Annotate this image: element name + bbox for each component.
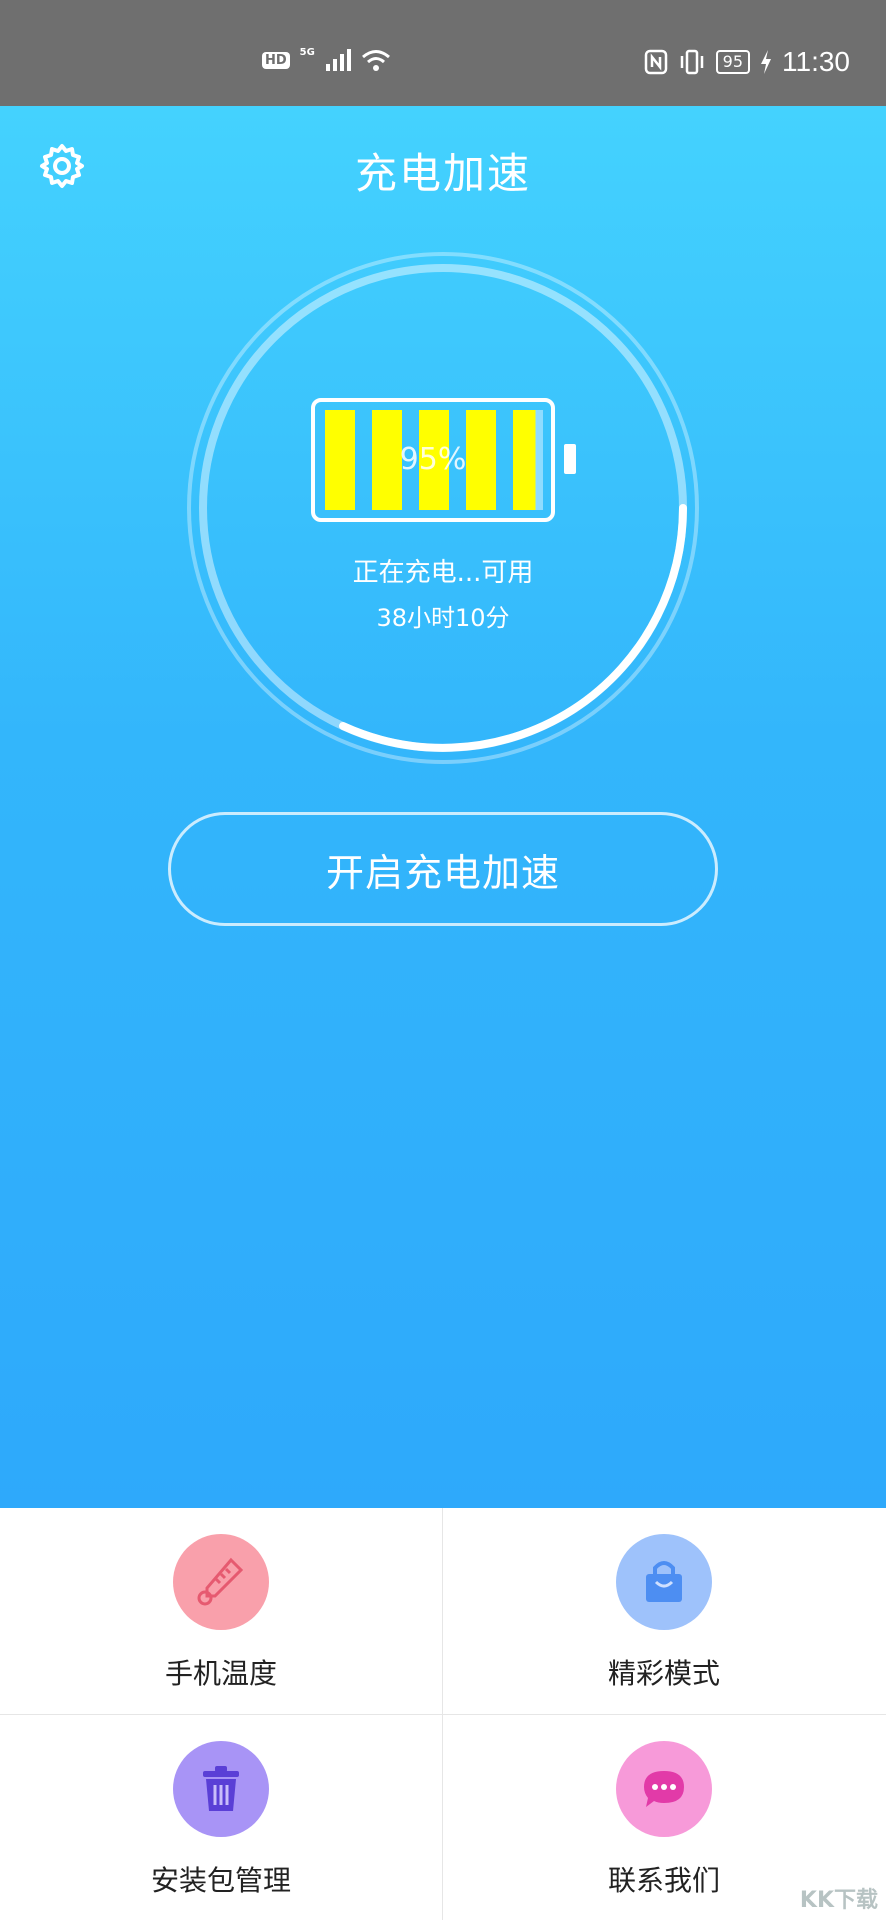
wifi-icon: [361, 50, 390, 71]
shopping-bag-icon: [646, 1561, 682, 1602]
chat-bubble-icon: [644, 1771, 684, 1807]
battery-level-badge: 95: [715, 50, 750, 74]
nfc-icon: [644, 49, 667, 75]
tile-featured-mode[interactable]: 精彩模式: [443, 1508, 885, 1714]
remaining-time-text: 38小时10分: [376, 604, 510, 632]
tile-icon-bg: [616, 1741, 712, 1837]
status-time: 11:30: [782, 46, 850, 77]
tile-icon-bg: [173, 1741, 269, 1837]
signal-icon: [325, 49, 351, 71]
tile-label: 安装包管理: [150, 1864, 291, 1897]
battery-percent: 95%: [399, 442, 467, 477]
hd-icon: HD: [262, 51, 290, 69]
status-bar: HD 5G 95 11:30: [0, 0, 886, 106]
page-title: 充电加速: [354, 149, 531, 198]
start-boost-button[interactable]: 开启充电加速: [168, 812, 718, 926]
charging-status-text: 正在充电...可用: [352, 558, 534, 588]
feature-grid: 手机温度 精彩模式 安装包管理 联系我们 KK下载: [0, 1508, 886, 1920]
watermark-logo: KK下载: [799, 1888, 878, 1913]
thermometer-icon: [197, 1557, 244, 1606]
tile-label: 精彩模式: [607, 1657, 720, 1690]
charging-bolt-icon: [761, 50, 771, 74]
battery-tip: [564, 444, 576, 474]
tile-icon-bg: [173, 1534, 269, 1630]
tile-package-manager[interactable]: 安装包管理: [0, 1715, 442, 1921]
trash-icon: [203, 1766, 239, 1811]
hero-panel: 充电加速 95% 正在充电...可用 38小时10分 开启充电加速: [0, 106, 886, 1508]
network-type: 5G: [299, 46, 315, 58]
tile-icon-bg: [616, 1534, 712, 1630]
vibrate-icon: [680, 49, 703, 75]
tile-label: 手机温度: [164, 1657, 277, 1690]
tile-phone-temperature[interactable]: 手机温度: [0, 1508, 442, 1714]
